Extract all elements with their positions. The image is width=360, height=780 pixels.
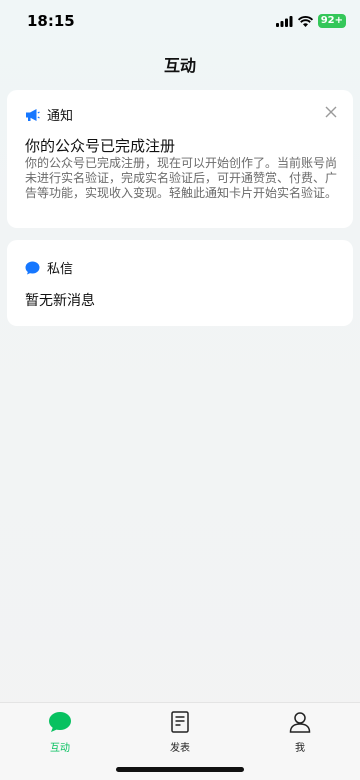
no-new-messages-text: 暂无新消息 [25, 293, 95, 309]
notification-title: 你的公众号已完成注册 [25, 137, 176, 155]
notification-card[interactable]: 通知 你的公众号已完成注册 你的公众号已完成注册，现在可以开始创作了。当前账号尚… [7, 90, 353, 228]
notification-header-label: 通知 [47, 109, 74, 124]
message-bubble-icon [25, 261, 40, 274]
close-icon[interactable] [323, 104, 339, 120]
tab-me-label: 我 [295, 743, 305, 754]
status-icons: 92+ [275, 14, 346, 28]
chat-bubble-icon [49, 712, 71, 732]
wifi-icon [297, 15, 313, 27]
tab-interaction[interactable]: 互动 [20, 711, 100, 754]
tab-publish[interactable]: 发表 [140, 711, 220, 754]
person-icon [289, 712, 311, 733]
signal-icon [275, 15, 293, 27]
status-time: 18:15 [27, 12, 75, 30]
battery-indicator: 92+ [317, 14, 346, 28]
status-bar: 18:15 92+ [0, 0, 360, 44]
notification-header: 通知 [25, 105, 73, 124]
page-title: 互动 [163, 56, 196, 75]
megaphone-icon [26, 108, 40, 121]
document-icon [171, 711, 189, 733]
home-indicator [116, 767, 244, 772]
tab-interaction-label: 互动 [50, 743, 70, 754]
notification-body: 你的公众号已完成注册，现在可以开始创作了。当前账号尚未进行实名验证，完成实名验证… [25, 156, 338, 200]
direct-messages-header: 私信 [25, 258, 73, 277]
direct-messages-label: 私信 [47, 262, 74, 277]
direct-messages-card[interactable]: 私信 暂无新消息 [7, 240, 353, 326]
tab-me[interactable]: 我 [260, 711, 340, 754]
tab-publish-label: 发表 [170, 743, 190, 754]
